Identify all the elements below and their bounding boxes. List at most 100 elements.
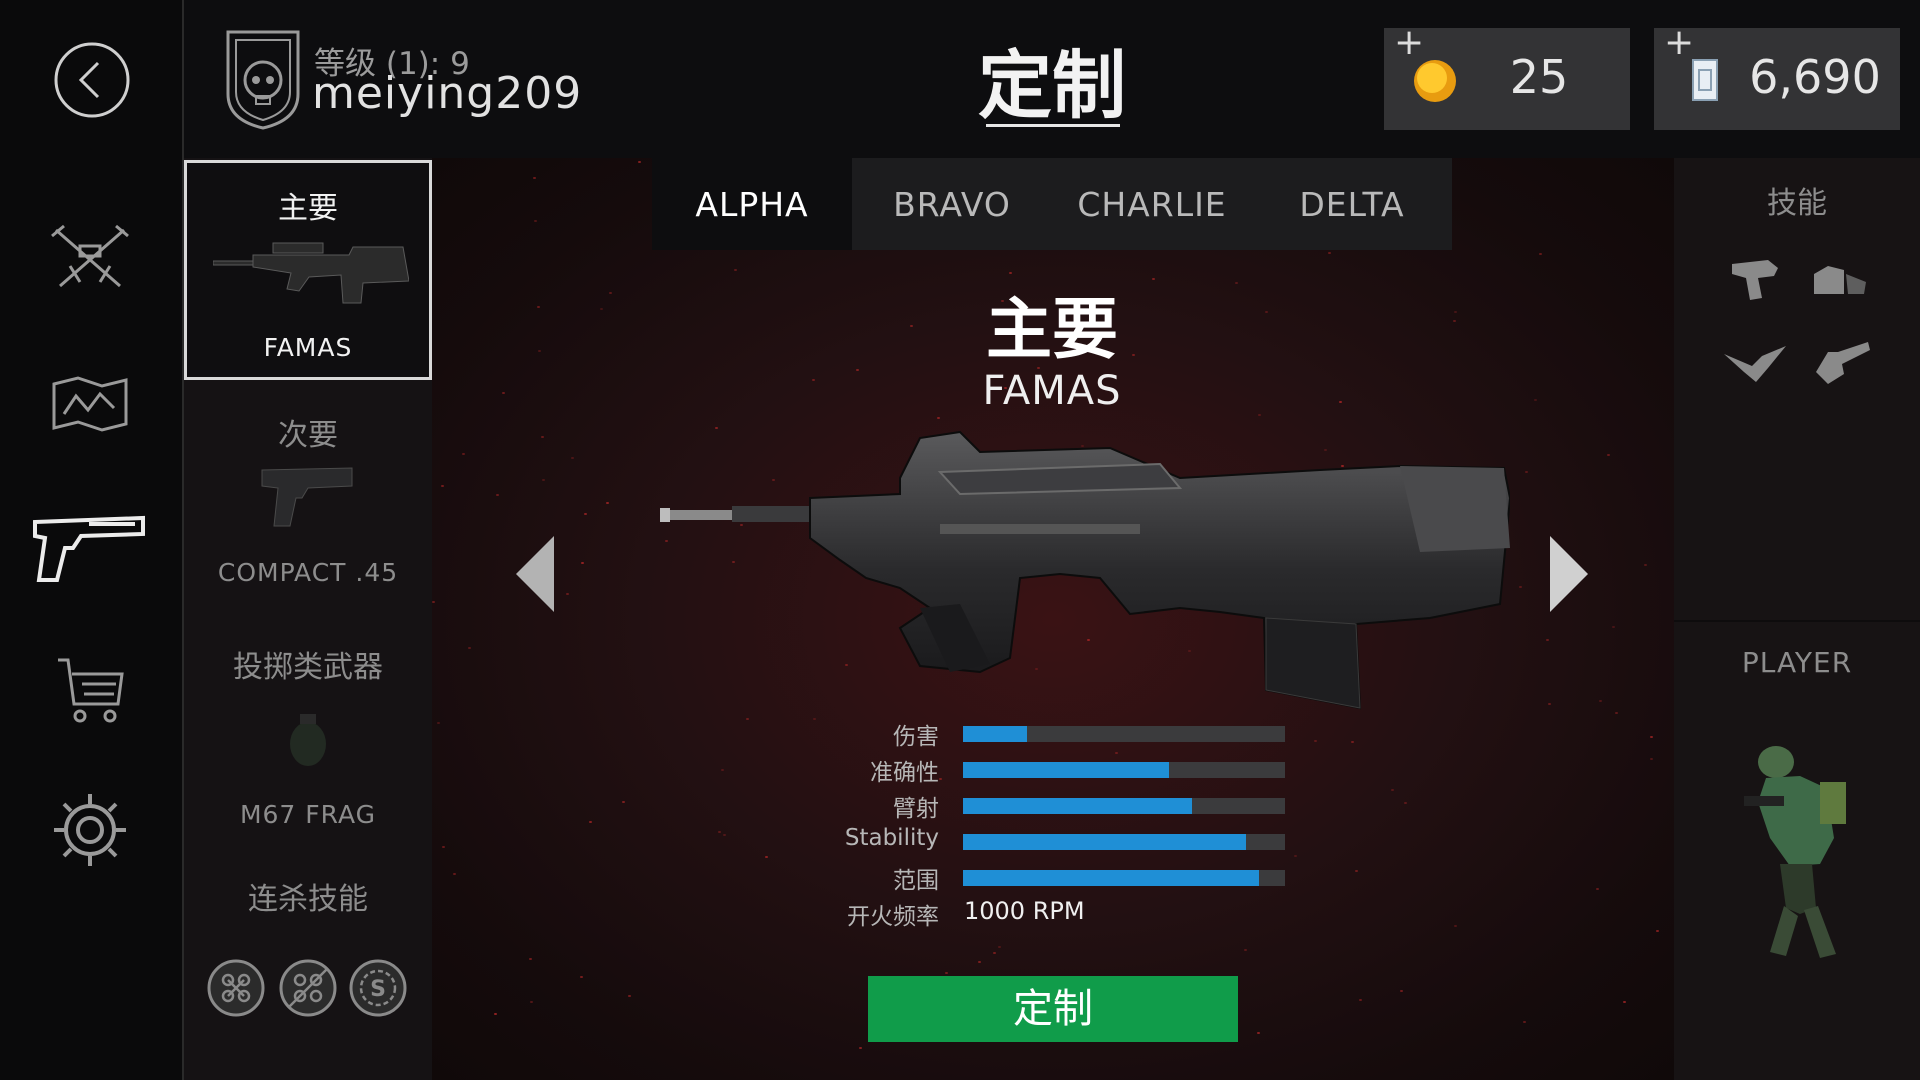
ember-speck [1614, 712, 1618, 715]
ember-speck [1355, 870, 1359, 872]
skill-slot-3[interactable] [1722, 342, 1790, 388]
crossed-rifles-icon [51, 224, 129, 288]
ember-speck [566, 593, 570, 595]
cash-stack-icon [1692, 59, 1718, 101]
ember-speck [1338, 400, 1342, 403]
grenade-thumbnail-icon [290, 714, 326, 766]
ember-speck [1351, 740, 1355, 743]
coins-display[interactable]: + 25 [1384, 22, 1630, 130]
weapon-name: FAMAS [982, 368, 1122, 414]
username: meiying209 [312, 68, 583, 119]
tab-bravo[interactable]: BRAVO [852, 158, 1052, 250]
ember-speck [621, 801, 625, 804]
ember-speck [584, 513, 588, 516]
rank-emblem [224, 28, 302, 134]
nav-map[interactable] [40, 364, 140, 444]
stat-firerate-label: 开火频率 [847, 904, 939, 930]
ember-speck [764, 855, 768, 858]
ember-speck [945, 971, 949, 974]
ember-speck [529, 1000, 533, 1003]
ember-speck [536, 306, 540, 309]
ember-speck [858, 1047, 862, 1050]
ember-speck [600, 307, 604, 310]
ember-speck [1453, 925, 1457, 928]
ember-speck [1234, 281, 1238, 284]
cash-display[interactable]: + 6,690 [1654, 22, 1900, 130]
skill-slot-2[interactable] [1808, 254, 1872, 304]
slot-throwable-name: M67 FRAG [239, 800, 377, 829]
ember-speck [1403, 802, 1407, 805]
ember-speck [937, 416, 941, 419]
tab-charlie[interactable]: CHARLIE [1052, 158, 1252, 250]
famas-thumbnail-icon [213, 242, 409, 304]
skill-slot-1[interactable] [1728, 254, 1788, 304]
grenade-skill-icon [1816, 342, 1870, 384]
stat-range-label: 范围 [893, 868, 939, 894]
pistol-icon [33, 515, 145, 582]
gear-icon [54, 794, 126, 866]
ember-speck [440, 485, 444, 488]
nav-weapons[interactable] [28, 502, 148, 590]
ember-speck [580, 562, 584, 565]
ember-speck [1612, 626, 1616, 629]
ember-speck [493, 1012, 497, 1015]
stat-stability-bar [963, 834, 1285, 850]
slot-killstreak[interactable]: 连杀技能 S [184, 852, 432, 1080]
svg-text:S: S [370, 977, 386, 1002]
ember-speck [1548, 703, 1552, 706]
stat-range-bar [963, 870, 1285, 886]
nav-store[interactable] [40, 650, 140, 730]
player-title: PLAYER [1741, 646, 1853, 679]
ember-speck [1546, 638, 1550, 641]
customize-button[interactable]: 定制 [868, 976, 1238, 1042]
ember-speck [627, 995, 631, 998]
tab-alpha[interactable]: ALPHA [652, 158, 852, 250]
ember-speck [1453, 311, 1457, 314]
stat-firerate-value: 1000 RPM [964, 897, 1085, 925]
ember-speck [1519, 586, 1523, 589]
gold-coin-icon [1414, 60, 1456, 102]
slot-throwable-label: 投掷类武器 [233, 650, 383, 685]
ember-speck [811, 378, 815, 381]
next-weapon-button[interactable] [1544, 532, 1594, 616]
stat-damage-fill [963, 726, 1028, 742]
slot-secondary-name: COMPACT .45 [217, 558, 399, 587]
ember-speck [1453, 320, 1457, 323]
stat-hipfire-bar [963, 798, 1285, 814]
ember-speck [978, 961, 982, 963]
add-coins-icon[interactable]: + [1394, 22, 1424, 63]
slot-secondary-label: 次要 [278, 418, 338, 453]
previous-weapon-button[interactable] [510, 532, 560, 616]
soldier-avatar-icon [1744, 746, 1846, 958]
ember-speck [637, 160, 641, 163]
player-character[interactable] [1740, 738, 1860, 968]
ember-speck [1534, 398, 1538, 401]
airstrike-icon[interactable]: S [348, 958, 408, 1018]
drone-icon[interactable] [206, 958, 266, 1018]
nav-loadout[interactable] [40, 218, 140, 298]
nav-settings[interactable] [40, 790, 140, 870]
ember-speck [467, 646, 471, 649]
ember-speck [452, 873, 456, 876]
tab-delta[interactable]: DELTA [1252, 158, 1452, 250]
slot-primary[interactable]: 主要 FAMAS [184, 160, 432, 380]
ember-speck [579, 976, 583, 979]
back-button[interactable] [52, 40, 132, 120]
drone-disabled-icon[interactable] [278, 958, 338, 1018]
ember-speck [993, 951, 997, 954]
ember-speck [432, 601, 436, 604]
stat-hipfire-label: 臂射 [893, 796, 939, 822]
weapon-category: 主要 [986, 291, 1118, 368]
ember-speck [533, 220, 537, 223]
arrow-left-icon [516, 536, 554, 612]
slot-secondary[interactable]: 次要 COMPACT .45 [184, 388, 432, 608]
ember-speck [1256, 1032, 1260, 1035]
ember-speck [442, 846, 446, 849]
nav-rail [0, 0, 184, 1080]
skills-title: 技能 [1767, 186, 1827, 221]
skill-slot-4[interactable] [1808, 338, 1872, 388]
slot-throwable[interactable]: 投掷类武器 M67 FRAG [184, 620, 432, 840]
back-icon [54, 42, 130, 118]
ember-speck [436, 721, 440, 724]
ember-speck [1359, 999, 1363, 1002]
